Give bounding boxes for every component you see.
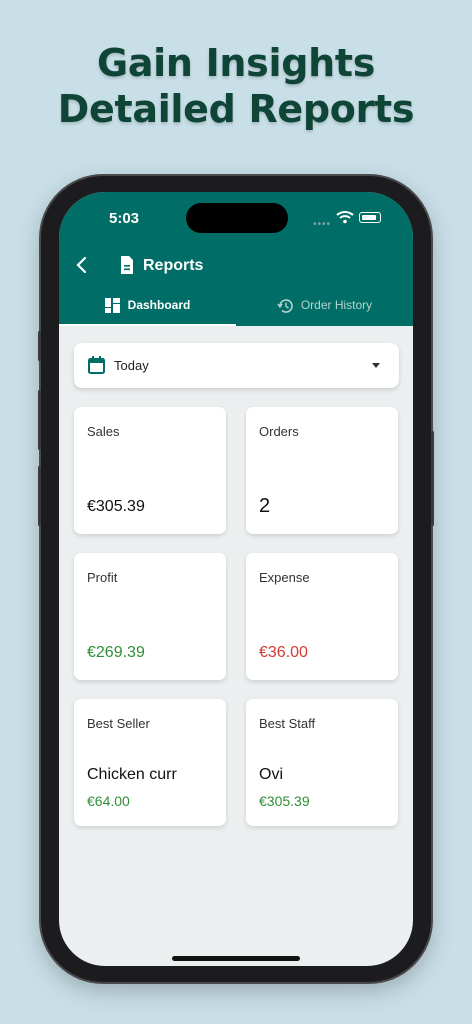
back-arrow-icon[interactable] (75, 256, 89, 274)
page-title: Reports (143, 257, 204, 274)
tab-dashboard[interactable]: Dashboard (59, 298, 236, 326)
phone-frame: 5:03 •••• Reports Dashboard Order Histor… (38, 176, 434, 982)
battery-icon (359, 212, 381, 223)
best-staff-label: Best Staff (259, 716, 316, 731)
home-indicator[interactable] (172, 956, 300, 961)
profit-card[interactable]: Profit €269.39 (74, 553, 226, 680)
headline-line-2: Detailed Reports (57, 87, 415, 131)
volume-down-button (38, 466, 41, 526)
best-staff-amount: €305.39 (259, 793, 310, 809)
profit-label: Profit (87, 570, 118, 585)
sales-card[interactable]: Sales €305.39 (74, 407, 226, 534)
app-bar: 5:03 •••• Reports Dashboard Order Histor… (59, 192, 413, 326)
dynamic-island (186, 203, 288, 233)
volume-up-button (38, 390, 41, 450)
orders-card[interactable]: Orders 2 (246, 407, 398, 534)
power-button (431, 431, 434, 526)
best-staff-card[interactable]: Best Staff Ovi €305.39 (246, 699, 398, 826)
action-button (38, 331, 41, 361)
calendar-icon (88, 356, 105, 374)
tab-dashboard-label: Dashboard (127, 298, 191, 312)
tab-order-history[interactable]: Order History (236, 298, 413, 326)
app-screen: 5:03 •••• Reports Dashboard Order Histor… (59, 192, 413, 966)
sales-value: €305.39 (87, 498, 145, 515)
dashboard-icon (104, 298, 120, 313)
headline: Gain Insights Detailed Reports (0, 40, 472, 132)
best-seller-name: Chicken curr (87, 766, 177, 783)
period-dropdown[interactable]: Today (74, 343, 399, 388)
best-staff-name: Ovi (259, 766, 283, 783)
tab-order-history-label: Order History (300, 298, 373, 312)
wifi-icon (336, 211, 354, 224)
status-time: 5:03 (109, 210, 140, 227)
expense-label: Expense (259, 570, 310, 585)
expense-card[interactable]: Expense €36.00 (246, 553, 398, 680)
best-seller-label: Best Seller (87, 716, 150, 731)
best-seller-amount: €64.00 (87, 793, 130, 809)
document-icon (121, 256, 133, 274)
best-seller-card[interactable]: Best Seller Chicken curr €64.00 (74, 699, 226, 826)
orders-value: 2 (259, 495, 271, 517)
period-dropdown-value: Today (114, 358, 149, 373)
profit-value: €269.39 (87, 644, 145, 661)
orders-label: Orders (259, 424, 299, 439)
history-icon (277, 299, 293, 313)
expense-value: €36.00 (259, 644, 308, 661)
signal-icon: •••• (313, 219, 332, 230)
sales-label: Sales (87, 424, 120, 439)
chevron-down-icon (372, 363, 380, 368)
headline-line-1: Gain Insights (96, 41, 376, 85)
